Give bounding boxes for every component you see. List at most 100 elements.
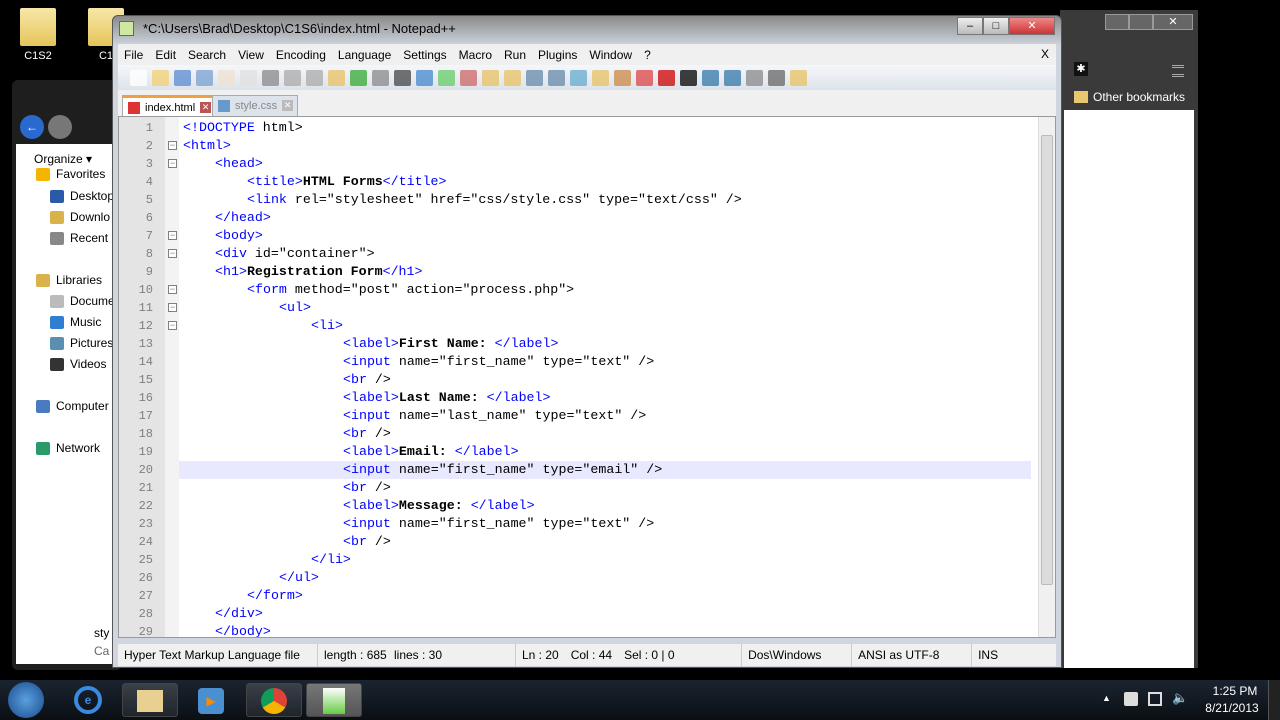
minimize-button[interactable]: – [957, 17, 983, 35]
file-label[interactable]: sty [94, 626, 109, 640]
code-line[interactable]: <input name="last_name" type="text" /> [343, 407, 646, 425]
code-line[interactable]: <label>Message: </label> [343, 497, 535, 515]
nav-item-favorites[interactable]: Favorites [36, 164, 105, 184]
close-document-button[interactable]: X [1041, 47, 1049, 61]
toolbar-button-icon[interactable] [790, 69, 807, 86]
taskbar-explorer[interactable] [122, 683, 178, 717]
nav-item-network[interactable]: Network [36, 438, 100, 458]
bookmark-folder[interactable]: Other bookmarks [1074, 90, 1185, 104]
tray-expand-icon[interactable]: ▲ [1102, 693, 1111, 703]
nav-item-docume[interactable]: Docume [50, 291, 115, 311]
code-line[interactable]: </ul> [279, 569, 319, 587]
back-button[interactable]: ← [20, 115, 44, 139]
action-center-icon[interactable] [1124, 692, 1138, 706]
toolbar-button-icon[interactable] [130, 69, 147, 86]
toolbar-button-icon[interactable] [768, 69, 785, 86]
toolbar-button-icon[interactable] [218, 69, 235, 86]
fold-toggle-icon[interactable]: − [168, 321, 177, 330]
tab-index-html[interactable]: index.html ✕ [122, 95, 217, 116]
fold-toggle-icon[interactable]: − [168, 231, 177, 240]
code-line[interactable]: <br /> [343, 479, 391, 497]
menu-help[interactable]: ? [638, 48, 657, 62]
toolbar-button-icon[interactable] [702, 69, 719, 86]
code-line[interactable]: <br /> [343, 371, 391, 389]
code-line[interactable]: <input name="first_name" type="email" /> [343, 461, 662, 479]
toolbar-button-icon[interactable] [196, 69, 213, 86]
toolbar-button-icon[interactable] [394, 69, 411, 86]
code-line[interactable]: <h1>Registration Form</h1> [215, 263, 423, 281]
nav-item-downlo[interactable]: Downlo [50, 207, 110, 227]
taskbar-chrome[interactable] [246, 683, 302, 717]
code-line[interactable]: <li> [311, 317, 343, 335]
toolbar-button-icon[interactable] [152, 69, 169, 86]
fold-toggle-icon[interactable]: − [168, 249, 177, 258]
chrome-minimize-button[interactable] [1105, 14, 1129, 30]
menu-view[interactable]: View [232, 48, 270, 62]
toolbar-button-icon[interactable] [328, 69, 345, 86]
code-line[interactable]: </body> [215, 623, 271, 637]
fold-toggle-icon[interactable]: − [168, 285, 177, 294]
code-line[interactable]: </form> [247, 587, 303, 605]
nav-item-videos[interactable]: Videos [50, 354, 106, 374]
extension-icon[interactable]: ✱ [1074, 62, 1088, 76]
code-line[interactable]: <form method="post" action="process.php"… [247, 281, 574, 299]
menu-file[interactable]: File [118, 48, 149, 62]
toolbar-button-icon[interactable] [306, 69, 323, 86]
toolbar-button-icon[interactable] [240, 69, 257, 86]
menu-settings[interactable]: Settings [397, 48, 452, 62]
toolbar-button-icon[interactable] [746, 69, 763, 86]
code-line[interactable]: <input name="first_name" type="text" /> [343, 353, 654, 371]
toolbar-button-icon[interactable] [548, 69, 565, 86]
toolbar-button-icon[interactable] [284, 69, 301, 86]
toolbar-button-icon[interactable] [460, 69, 477, 86]
code-line[interactable]: <label>Last Name: </label> [343, 389, 551, 407]
code-line[interactable]: <body> [215, 227, 263, 245]
menu-macro[interactable]: Macro [453, 48, 498, 62]
code-line[interactable]: <ul> [279, 299, 311, 317]
nav-item-computer[interactable]: Computer [36, 396, 109, 416]
toolbar-button-icon[interactable] [570, 69, 587, 86]
start-button[interactable] [8, 682, 44, 718]
code-line[interactable]: <!DOCTYPE html> [183, 119, 303, 137]
chrome-menu-icon[interactable] [1172, 65, 1184, 77]
nav-item-libraries[interactable]: Libraries [36, 270, 102, 290]
nav-item-pictures[interactable]: Pictures [50, 333, 113, 353]
code-line[interactable]: <br /> [343, 533, 391, 551]
menu-window[interactable]: Window [583, 48, 638, 62]
desktop-icon-c1s2[interactable]: C1S2 [8, 8, 68, 62]
show-desktop-button[interactable] [1268, 680, 1280, 720]
code-line[interactable]: </head> [215, 209, 271, 227]
clock-date[interactable]: 8/21/2013 [1200, 701, 1264, 715]
media-player-icon[interactable]: ▶ [198, 688, 224, 714]
toolbar-button-icon[interactable] [438, 69, 455, 86]
toolbar-button-icon[interactable] [350, 69, 367, 86]
nav-item-desktop[interactable]: Desktop [50, 186, 114, 206]
toolbar-button-icon[interactable] [592, 69, 609, 86]
toolbar-button-icon[interactable] [526, 69, 543, 86]
code-line[interactable]: </div> [215, 605, 263, 623]
tab-style-css[interactable]: style.css ✕ [212, 95, 299, 116]
network-icon[interactable] [1148, 692, 1162, 706]
clock-time[interactable]: 1:25 PM [1206, 684, 1264, 698]
taskbar-notepadpp[interactable] [306, 683, 362, 717]
code-line[interactable]: <head> [215, 155, 263, 173]
fold-toggle-icon[interactable]: − [168, 159, 177, 168]
menu-edit[interactable]: Edit [149, 48, 182, 62]
toolbar-button-icon[interactable] [262, 69, 279, 86]
menu-encoding[interactable]: Encoding [270, 48, 332, 62]
code-line[interactable]: <title>HTML Forms</title> [247, 173, 447, 191]
toolbar-button-icon[interactable] [174, 69, 191, 86]
toolbar-button-icon[interactable] [372, 69, 389, 86]
chrome-maximize-button[interactable] [1129, 14, 1153, 30]
ie-icon[interactable]: e [74, 686, 102, 714]
tab-close-icon[interactable]: ✕ [282, 100, 294, 111]
code-line[interactable]: <link rel="stylesheet" href="css/style.c… [247, 191, 742, 209]
fold-toggle-icon[interactable]: − [168, 141, 177, 150]
menu-run[interactable]: Run [498, 48, 532, 62]
nav-item-music[interactable]: Music [50, 312, 101, 332]
menu-search[interactable]: Search [182, 48, 232, 62]
toolbar-button-icon[interactable] [636, 69, 653, 86]
code-line[interactable]: <br /> [343, 425, 391, 443]
code-line[interactable]: </li> [311, 551, 351, 569]
forward-button[interactable] [48, 115, 72, 139]
